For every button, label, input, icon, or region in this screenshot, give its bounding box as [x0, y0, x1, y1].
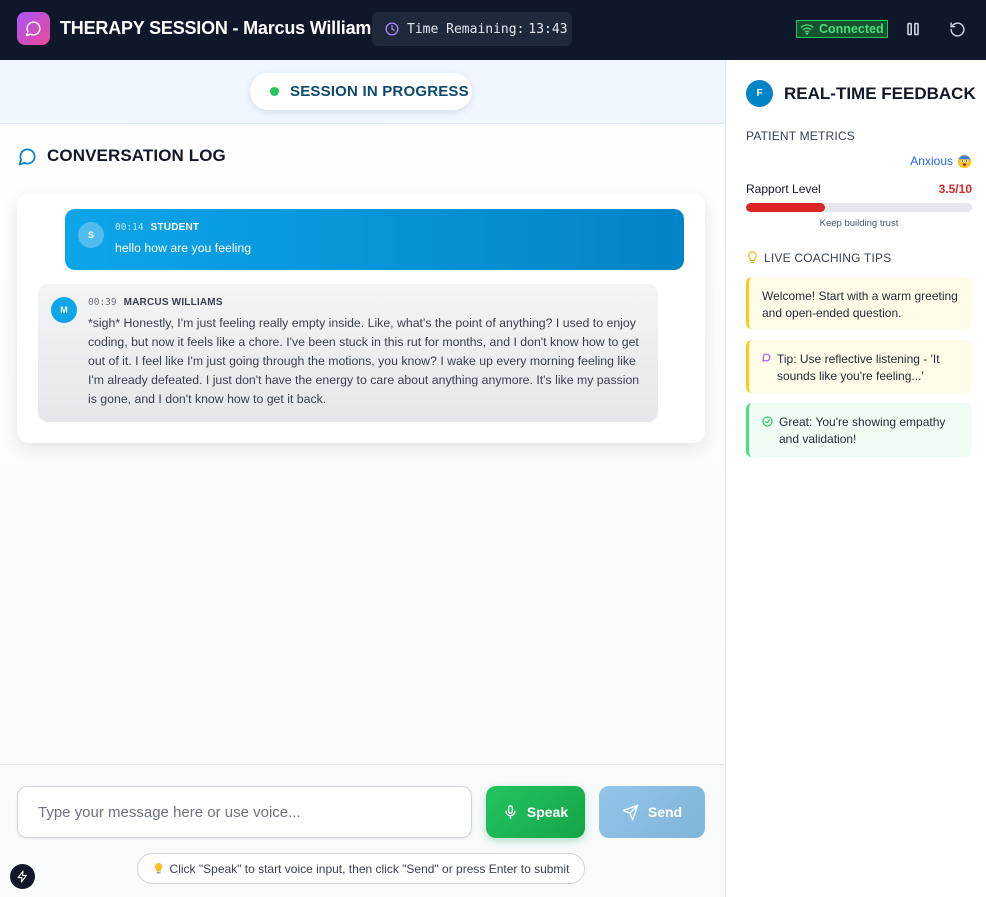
- composer-bar: Speak Send Click "Speak" to start voice …: [0, 764, 725, 897]
- restart-button[interactable]: [946, 18, 968, 40]
- clock-icon: [385, 22, 399, 36]
- speak-button[interactable]: Speak: [486, 786, 585, 838]
- quick-action-button[interactable]: [10, 864, 35, 889]
- conversation-log-heading: CONVERSATION LOG: [18, 146, 226, 166]
- rapport-progress-fill: [746, 203, 826, 212]
- student-avatar: S: [78, 222, 104, 248]
- message-text: hello how are you feeling: [115, 241, 252, 255]
- speak-label: Speak: [526, 804, 569, 820]
- patient-mood: Anxious: [910, 154, 971, 168]
- feedback-title: REAL-TIME FEEDBACK: [784, 83, 976, 103]
- wifi-icon: [800, 24, 814, 35]
- check-circle-icon: [762, 416, 773, 427]
- feedback-header: F REAL-TIME FEEDBACK: [746, 80, 976, 107]
- timer-value: 13:43: [528, 21, 568, 37]
- send-icon: [622, 804, 639, 820]
- time-remaining: Time Remaining: 13:43: [372, 12, 572, 46]
- message-meta: 00:39 MARCUS WILLIAMS: [88, 297, 223, 308]
- message-text: *sigh* Honestly, I'm just feeling really…: [88, 316, 640, 406]
- send-button[interactable]: Send: [599, 786, 705, 838]
- coaching-tip: Tip: Use reflective listening - 'It soun…: [746, 340, 972, 393]
- feedback-avatar: F: [746, 80, 773, 107]
- patient-avatar: M: [51, 297, 77, 323]
- send-label: Send: [647, 804, 683, 820]
- tip-text: Welcome! Start with a warm greeting and …: [762, 289, 958, 320]
- coaching-tips-heading: LIVE COACHING TIPS: [747, 251, 891, 265]
- coaching-tip: Welcome! Start with a warm greeting and …: [746, 277, 972, 329]
- app-header: THERAPY SESSION - Marcus Williams Time R…: [0, 0, 986, 60]
- lightbulb-icon: [748, 251, 757, 264]
- status-strip: SESSION IN PROGRESS: [0, 60, 725, 124]
- session-status-badge: SESSION IN PROGRESS: [250, 73, 472, 110]
- chat-bubble-icon: [762, 353, 771, 362]
- lightbulb-icon: [154, 863, 162, 874]
- timer-label: Time Remaining:: [407, 21, 525, 37]
- restart-icon: [949, 21, 965, 37]
- tip-text: Tip: Use reflective listening - 'It soun…: [777, 352, 940, 383]
- message-student: S 00:14 STUDENT hello how are you feelin…: [65, 209, 684, 270]
- anxious-face-icon: [958, 154, 971, 168]
- pause-icon: [907, 22, 919, 36]
- conversation-card: S 00:14 STUDENT hello how are you feelin…: [17, 193, 705, 443]
- pause-button[interactable]: [902, 18, 924, 40]
- session-main: SESSION IN PROGRESS CONVERSATION LOG S 0…: [0, 60, 725, 897]
- feedback-panel: F REAL-TIME FEEDBACK PATIENT METRICS Anx…: [725, 60, 986, 897]
- lightning-icon: [17, 870, 27, 883]
- microphone-icon: [505, 805, 516, 819]
- message-sender: MARCUS WILLIAMS: [123, 297, 223, 308]
- rapport-note: Keep building trust: [819, 218, 899, 229]
- chat-logo-icon: [17, 12, 50, 45]
- message-time: 00:14: [115, 222, 144, 233]
- voice-hint-text: Click "Speak" to start voice input, then…: [169, 861, 570, 876]
- rapport-value: 3.5/10: [938, 182, 972, 196]
- message-patient: M 00:39 MARCUS WILLIAMS *sigh* Honestly,…: [38, 284, 658, 422]
- rapport-progress-bar: [746, 203, 972, 212]
- conversation-log-title: CONVERSATION LOG: [47, 146, 226, 165]
- message-time: 00:39: [88, 297, 117, 308]
- mood-label: Anxious: [910, 154, 953, 168]
- coaching-tip: Great: You're showing empathy and valida…: [746, 403, 972, 457]
- connection-label: Connected: [819, 22, 884, 36]
- session-status-text: SESSION IN PROGRESS: [290, 83, 469, 100]
- message-sender: STUDENT: [150, 222, 200, 233]
- message-meta: 00:14 STUDENT: [115, 222, 199, 233]
- patient-metrics-label: PATIENT METRICS: [746, 129, 856, 143]
- chat-bubble-icon: [18, 148, 36, 165]
- connection-status: Connected: [796, 20, 888, 38]
- tip-text: Great: You're showing empathy and valida…: [779, 415, 946, 446]
- live-dot-icon: [270, 87, 279, 96]
- rapport-label: Rapport Level: [746, 182, 821, 196]
- voice-hint: Click "Speak" to start voice input, then…: [137, 853, 585, 884]
- coaching-tips-label: LIVE COACHING TIPS: [764, 251, 892, 265]
- message-input[interactable]: [17, 786, 472, 838]
- session-title: THERAPY SESSION - Marcus Williams: [60, 18, 381, 38]
